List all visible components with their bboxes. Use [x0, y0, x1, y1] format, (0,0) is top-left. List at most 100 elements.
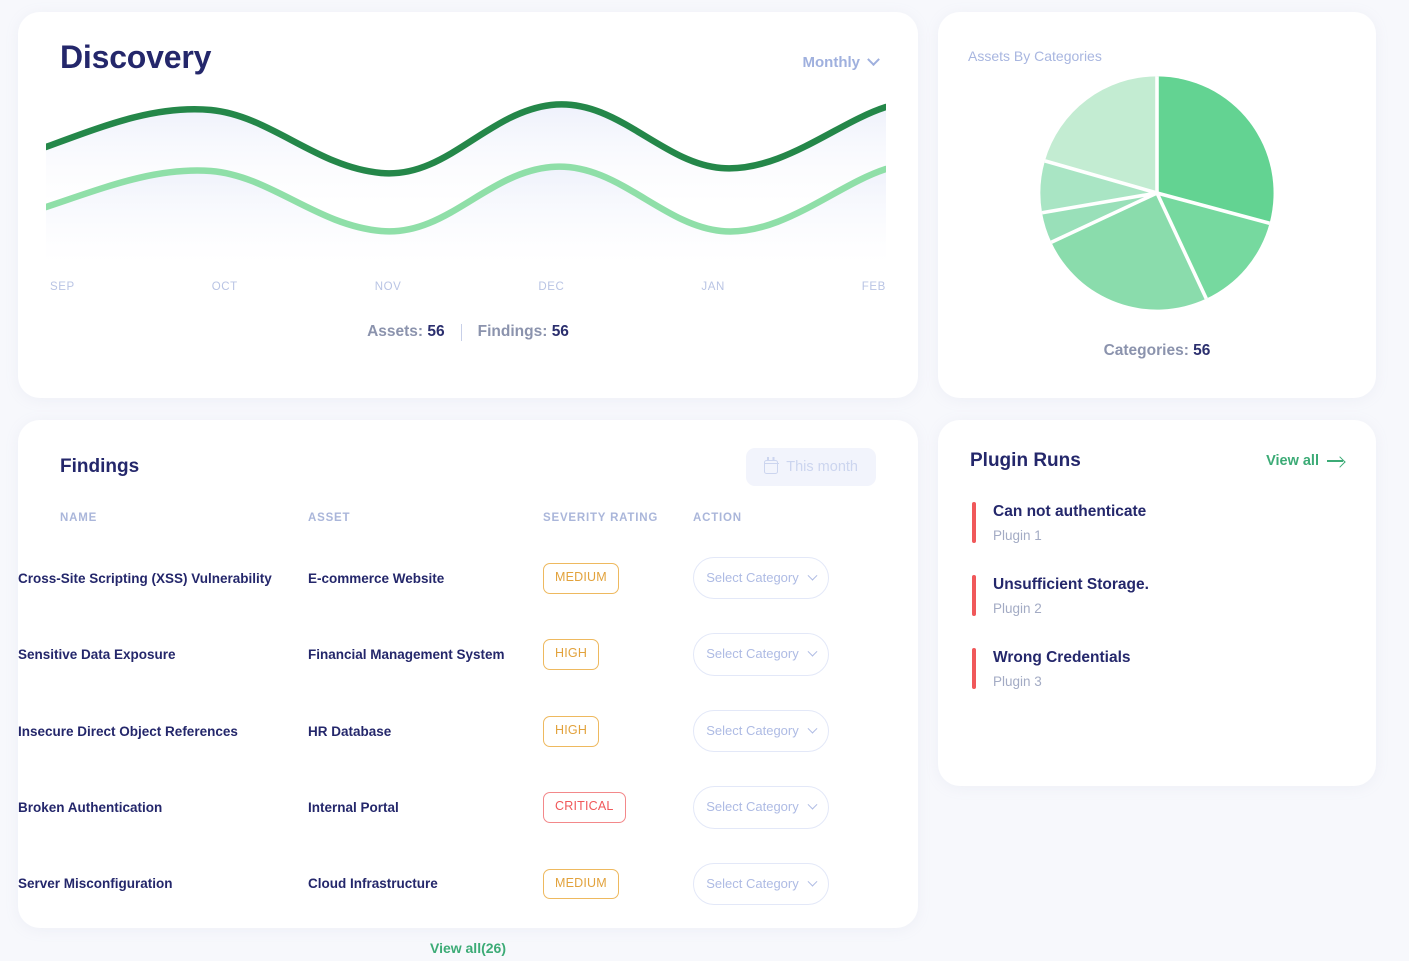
period-select-label: Monthly — [802, 54, 861, 71]
x-tick-label: DEC — [538, 281, 565, 294]
pie-chart — [938, 74, 1376, 312]
finding-action-cell: Select Category — [693, 769, 918, 845]
x-tick-label: FEB — [861, 281, 886, 294]
finding-asset: Cloud Infrastructure — [308, 876, 438, 892]
select-category-dropdown[interactable]: Select Category — [693, 633, 829, 676]
status-badge: MEDIUM — [543, 868, 619, 900]
plugin-item-text: Wrong Credentials Plugin 3 — [993, 648, 1131, 689]
plugin-runs-header: Plugin Runs View all — [938, 420, 1376, 472]
finding-action-cell: Select Category — [693, 846, 918, 922]
assets-stat: Assets: 56 — [367, 323, 445, 341]
finding-severity-cell: HIGH — [543, 616, 693, 692]
x-tick-label: OCT — [211, 281, 238, 294]
findings-view-all-link[interactable]: View all(26) — [18, 940, 918, 956]
page-title: Discovery — [60, 39, 212, 75]
list-item[interactable]: Unsufficient Storage. Plugin 2 — [972, 574, 1344, 616]
finding-asset: HR Database — [308, 723, 392, 739]
dashboard-page: Discovery Monthly SEP OCT NOV DEC JAN FE… — [0, 0, 1409, 961]
x-tick-label: SEP — [50, 281, 75, 294]
assets-stat-label: Assets: — [367, 323, 424, 341]
plugin-item-title: Wrong Credentials — [993, 648, 1131, 666]
plugin-runs-view-all-link[interactable]: View all — [1266, 453, 1344, 469]
select-category-label: Select Category — [706, 570, 799, 585]
list-item[interactable]: Can not authenticate Plugin 1 — [972, 502, 1344, 543]
finding-severity-cell: HIGH — [543, 693, 693, 769]
plugin-item-subtitle: Plugin 3 — [993, 673, 1042, 689]
column-header-action: ACTION — [693, 512, 742, 524]
finding-asset: Internal Portal — [308, 800, 399, 815]
plugin-item-text: Unsufficient Storage. Plugin 2 — [993, 575, 1149, 616]
list-item[interactable]: Wrong Credentials Plugin 3 — [972, 647, 1344, 689]
chevron-down-icon — [807, 570, 818, 581]
table-row[interactable]: Server Misconfiguration Cloud Infrastruc… — [18, 846, 918, 922]
finding-asset: Financial Management System — [308, 647, 505, 663]
line-chart-x-axis: SEP OCT NOV DEC JAN FEB — [50, 281, 886, 293]
findings-table: NAME ASSET SEVERITY RATING ACTION Cross-… — [18, 512, 918, 922]
finding-severity-cell: MEDIUM — [543, 540, 693, 616]
finding-action-cell: Select Category — [693, 616, 918, 692]
categories-total-value: 56 — [1193, 342, 1211, 359]
select-category-label: Select Category — [706, 875, 799, 891]
this-month-button[interactable]: This month — [746, 448, 876, 486]
finding-action-cell: Select Category — [693, 540, 918, 616]
discovery-stats: Assets: 56 Findings: 56 — [18, 323, 918, 341]
discovery-line-chart — [46, 85, 886, 275]
status-badge: HIGH — [543, 715, 600, 747]
plugin-runs-view-all-label: View all — [1266, 453, 1319, 469]
severity-indicator-bar — [972, 647, 976, 689]
findings-title: Findings — [60, 456, 140, 477]
findings-table-header-row: NAME ASSET SEVERITY RATING ACTION — [18, 512, 918, 540]
period-select-monthly[interactable]: Monthly — [802, 53, 880, 71]
discovery-header: Discovery Monthly — [18, 12, 918, 75]
select-category-dropdown[interactable]: Select Category — [693, 862, 829, 906]
chevron-down-icon — [807, 646, 818, 657]
findings-stat-value: 56 — [551, 323, 569, 341]
select-category-label: Select Category — [706, 646, 799, 662]
finding-name: Broken Authentication — [18, 800, 163, 815]
select-category-dropdown[interactable]: Select Category — [693, 786, 829, 829]
severity-indicator-bar — [972, 502, 976, 543]
column-header-asset: ASSET — [308, 512, 351, 524]
select-category-dropdown[interactable]: Select Category — [693, 557, 829, 600]
pie-chart-svg — [1040, 76, 1274, 310]
findings-stat: Findings: 56 — [478, 323, 569, 341]
categories-total-label: Categories: — [1103, 342, 1189, 359]
pie-chart-title: Assets By Categories — [968, 48, 1102, 64]
this-month-button-label: This month — [786, 459, 858, 475]
select-category-dropdown[interactable]: Select Category — [693, 709, 829, 753]
finding-name: Sensitive Data Exposure — [18, 647, 176, 663]
finding-asset: E-commerce Website — [308, 570, 445, 586]
x-tick-label: NOV — [374, 281, 402, 294]
select-category-label: Select Category — [706, 722, 799, 738]
chevron-down-icon — [867, 53, 880, 67]
table-row[interactable]: Broken Authentication Internal Portal CR… — [18, 769, 918, 845]
table-row[interactable]: Insecure Direct Object References HR Dat… — [18, 693, 918, 769]
status-badge: CRITICAL — [543, 792, 626, 823]
table-row[interactable]: Sensitive Data Exposure Financial Manage… — [18, 616, 918, 692]
arrow-right-icon — [1327, 457, 1344, 466]
status-badge: MEDIUM — [543, 562, 619, 594]
x-tick-label: JAN — [701, 281, 725, 294]
plugin-item-title: Can not authenticate — [993, 503, 1147, 520]
plugin-item-subtitle: Plugin 1 — [993, 527, 1042, 543]
assets-stat-value: 56 — [427, 323, 445, 341]
chevron-down-icon — [807, 799, 818, 810]
findings-card: Findings This month NAME ASSET SEVERITY … — [18, 420, 918, 956]
chevron-down-icon — [807, 723, 818, 734]
discovery-card: Discovery Monthly SEP OCT NOV DEC JAN FE… — [18, 12, 918, 398]
categories-total: Categories: 56 — [938, 342, 1376, 360]
plugin-item-text: Can not authenticate Plugin 1 — [993, 502, 1146, 543]
finding-severity-cell: CRITICAL — [543, 769, 693, 845]
finding-name: Cross-Site Scripting (XSS) Vulnerability — [18, 570, 272, 586]
select-category-label: Select Category — [706, 799, 799, 815]
finding-name: Server Misconfiguration — [18, 876, 173, 892]
column-header-severity: SEVERITY RATING — [543, 512, 659, 524]
status-badge: HIGH — [543, 639, 600, 671]
finding-name: Insecure Direct Object References — [18, 723, 238, 739]
severity-indicator-bar — [972, 574, 976, 616]
table-row[interactable]: Cross-Site Scripting (XSS) Vulnerability… — [18, 540, 918, 616]
finding-severity-cell: MEDIUM — [543, 846, 693, 922]
plugin-item-subtitle: Plugin 2 — [993, 600, 1042, 616]
finding-action-cell: Select Category — [693, 693, 918, 769]
findings-header: Findings This month — [18, 420, 918, 486]
